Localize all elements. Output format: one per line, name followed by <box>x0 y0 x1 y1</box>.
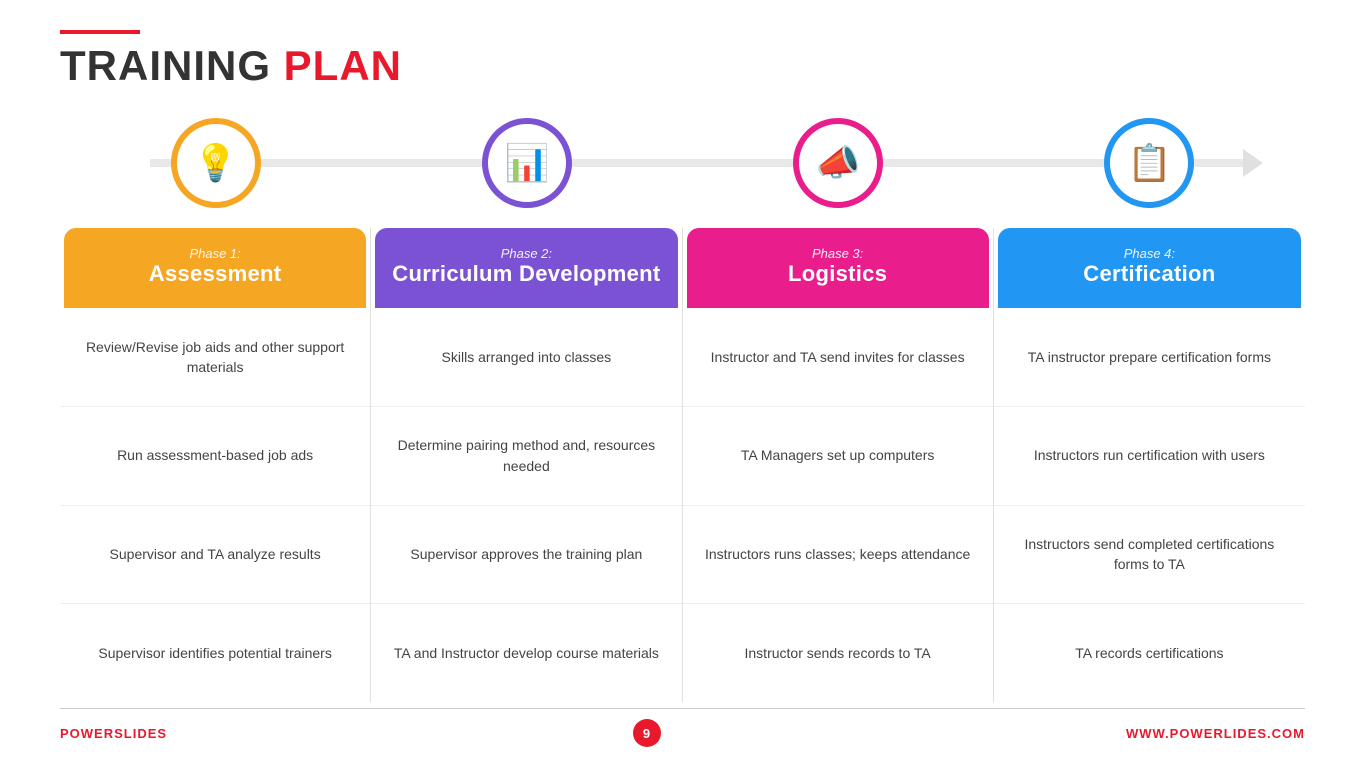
phase-title-2: Curriculum Development <box>392 261 660 287</box>
phase-items-logistics: Instructor and TA send invites for class… <box>683 308 993 702</box>
timeline: 💡 📊 📣 📋 <box>60 108 1305 218</box>
phase-icon-4: 📋 <box>1104 118 1194 208</box>
list-item: Instructors run certification with users <box>994 407 1305 506</box>
phase-col-logistics: Phase 3: Logistics Instructor and TA sen… <box>683 228 994 702</box>
phase-title-3: Logistics <box>788 261 887 287</box>
circle-assessment: 💡 <box>171 118 261 208</box>
list-item: Review/Revise job aids and other support… <box>60 308 370 407</box>
list-item: Determine pairing method and, resources … <box>371 407 681 506</box>
page-title: TRAINING PLAN <box>60 42 1305 90</box>
phase-icon-1: 💡 <box>171 118 261 208</box>
header: TRAINING PLAN <box>60 30 1305 90</box>
phase-label-2: Phase 2: <box>501 246 552 261</box>
list-item: Skills arranged into classes <box>371 308 681 407</box>
list-item: Instructors runs classes; keeps attendan… <box>683 506 993 605</box>
list-item: Supervisor and TA analyze results <box>60 506 370 605</box>
phase-col-certification: Phase 4: Certification TA instructor pre… <box>994 228 1305 702</box>
phase-icon-3: 📣 <box>793 118 883 208</box>
phase-header-logistics: Phase 3: Logistics <box>687 228 989 308</box>
footer-brand-red: SLIDES <box>114 726 167 741</box>
red-line <box>60 30 140 34</box>
list-item: TA and Instructor develop course materia… <box>371 604 681 702</box>
phase-icon-2: 📊 <box>482 118 572 208</box>
phase-header-assessment: Phase 1: Assessment <box>64 228 366 308</box>
list-item: Supervisor approves the training plan <box>371 506 681 605</box>
list-item: Instructor sends records to TA <box>683 604 993 702</box>
phase-items-assessment: Review/Revise job aids and other support… <box>60 308 370 702</box>
phases-grid: Phase 1: Assessment Review/Revise job ai… <box>60 228 1305 702</box>
footer-url: WWW.POWERLIDES.COM <box>1126 726 1305 741</box>
circle-certification: 📋 <box>1104 118 1194 208</box>
phase-title-4: Certification <box>1083 261 1215 287</box>
page-number: 9 <box>633 719 661 747</box>
list-item: TA instructor prepare certification form… <box>994 308 1305 407</box>
list-item: Run assessment-based job ads <box>60 407 370 506</box>
list-item: Instructors send completed certification… <box>994 506 1305 605</box>
list-item: TA Managers set up computers <box>683 407 993 506</box>
phase-col-curriculum: Phase 2: Curriculum Development Skills a… <box>371 228 682 702</box>
list-item: TA records certifications <box>994 604 1305 702</box>
circle-curriculum: 📊 <box>482 118 572 208</box>
phase-items-curriculum: Skills arranged into classes Determine p… <box>371 308 681 702</box>
phase-items-certification: TA instructor prepare certification form… <box>994 308 1305 702</box>
circle-logistics: 📣 <box>793 118 883 208</box>
phase-label-4: Phase 4: <box>1124 246 1175 261</box>
phase-label-3: Phase 3: <box>812 246 863 261</box>
phase-header-certification: Phase 4: Certification <box>998 228 1301 308</box>
title-black: TRAINING <box>60 42 284 89</box>
phase-col-assessment: Phase 1: Assessment Review/Revise job ai… <box>60 228 371 702</box>
footer: POWERSLIDES 9 WWW.POWERLIDES.COM <box>60 708 1305 747</box>
phase-header-curriculum: Phase 2: Curriculum Development <box>375 228 677 308</box>
phase-icons-row: 💡 📊 📣 📋 <box>60 118 1305 208</box>
phase-title-1: Assessment <box>149 261 282 287</box>
list-item: Supervisor identifies potential trainers <box>60 604 370 702</box>
slide: TRAINING PLAN 💡 📊 📣 📋 Phase 1: A <box>0 0 1365 767</box>
title-red: PLAN <box>284 42 402 89</box>
phase-label-1: Phase 1: <box>189 246 240 261</box>
list-item: Instructor and TA send invites for class… <box>683 308 993 407</box>
footer-brand: POWERSLIDES <box>60 726 167 741</box>
footer-brand-black: POWER <box>60 726 114 741</box>
